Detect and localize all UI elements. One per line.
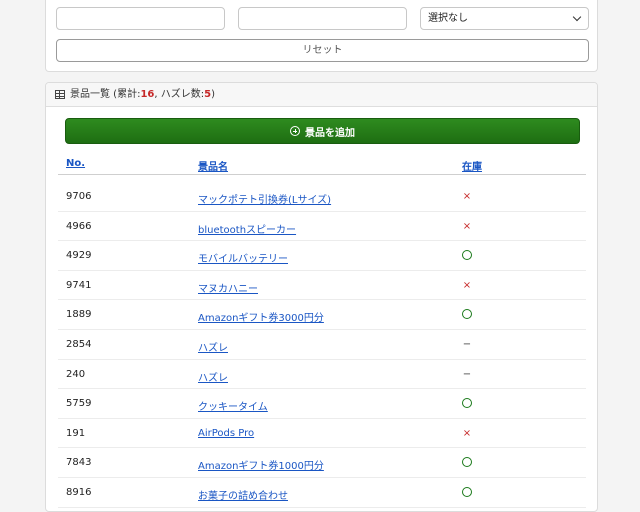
table-row: 1889 Amazonギフト券3000円分 [58,300,586,330]
out-of-stock-icon: × [462,220,472,232]
table-row: 7843 Amazonギフト券1000円分 [58,448,586,478]
add-prize-label: 景品を追加 [305,127,355,139]
prize-name-link[interactable]: モバイルバッテリー [198,250,288,265]
chevron-down-icon [572,12,582,22]
prize-name-link[interactable]: ハズレ [198,369,228,384]
table-row: 8916 お菓子の詰め合わせ [58,478,586,508]
prize-number: 7843 [66,457,92,469]
column-header-stock[interactable]: 在庫 [462,158,482,173]
prize-list-header: 景品一覧 (累計: 16, ハズレ数: 5) [46,83,597,107]
prize-name-link[interactable]: マヌカハニー [198,280,258,295]
prize-name-link[interactable]: Amazonギフト券1000円分 [198,457,324,472]
no-stock-dash-icon: − [462,368,472,380]
in-stock-icon [462,309,472,322]
header-close: ) [211,89,215,100]
table-row: 9741 マヌカハニー × [58,271,586,301]
prize-name-link[interactable]: マックポテト引換券(Lサイズ) [198,191,331,206]
table-row: 9706 マックポテト引換券(Lサイズ) × [58,182,586,212]
prize-number: 2854 [66,338,92,350]
filter-select[interactable]: 選択なし [420,7,589,30]
prize-number: 191 [66,427,86,439]
table-header: No. 景品名 在庫 [58,153,586,175]
in-stock-icon [462,486,472,500]
filter-input-2[interactable] [238,7,407,30]
prize-name-link[interactable]: ハズレ [198,339,228,354]
prize-number: 5759 [66,398,92,410]
filter-input-1[interactable] [56,7,225,30]
in-stock-icon [462,457,472,470]
filter-select-value: 選択なし [428,13,468,24]
out-of-stock-icon: × [462,191,472,202]
prize-table-body: 9706 マックポテト引換券(Lサイズ) × 4966 bluetoothスピーカー × 4… [58,182,586,508]
out-of-stock-icon: × [462,427,472,439]
out-of-stock-icon: × [462,279,472,291]
no-stock-dash-icon: − [462,338,472,350]
header-title: 景品一覧 (累計: [70,89,141,100]
prize-number: 240 [66,368,86,380]
table-icon [55,90,65,99]
prize-name-link[interactable]: AirPods Pro [198,428,254,439]
prize-number: 9741 [66,279,92,291]
prize-number: 4929 [66,250,92,262]
miss-count: 5 [204,89,212,100]
table-row: 4966 bluetoothスピーカー × [58,212,586,242]
prize-name-link[interactable]: bluetoothスピーカー [198,221,296,236]
table-row: 4929 モバイルバッテリー [58,241,586,271]
table-row: 5759 クッキータイム [58,389,586,419]
add-prize-button[interactable]: 景品を追加 [65,118,580,144]
reset-button[interactable]: リセット [56,39,589,62]
total-count: 16 [140,89,155,100]
header-sep: , ハズレ数: [154,89,205,100]
table-row: 2854 ハズレ − [58,330,586,360]
prize-name-link[interactable]: クッキータイム [198,398,268,413]
table-row: 191 AirPods Pro × [58,419,586,449]
column-header-name[interactable]: 景品名 [198,158,228,173]
column-header-no[interactable]: No. [66,158,85,169]
in-stock-icon [462,250,472,263]
prize-list-panel: 景品一覧 (累計: 16, ハズレ数: 5) 景品を追加 No. 景品名 在庫 … [45,82,598,512]
table-row: 240 ハズレ − [58,360,586,390]
prize-number: 9706 [66,191,92,202]
plus-circle-icon [290,126,300,136]
in-stock-icon [462,398,472,411]
filter-panel: 選択なし リセット [45,0,598,72]
prize-name-link[interactable]: Amazonギフト券3000円分 [198,309,324,324]
prize-number: 4966 [66,220,92,232]
prize-number: 1889 [66,309,92,321]
prize-number: 8916 [66,486,92,498]
